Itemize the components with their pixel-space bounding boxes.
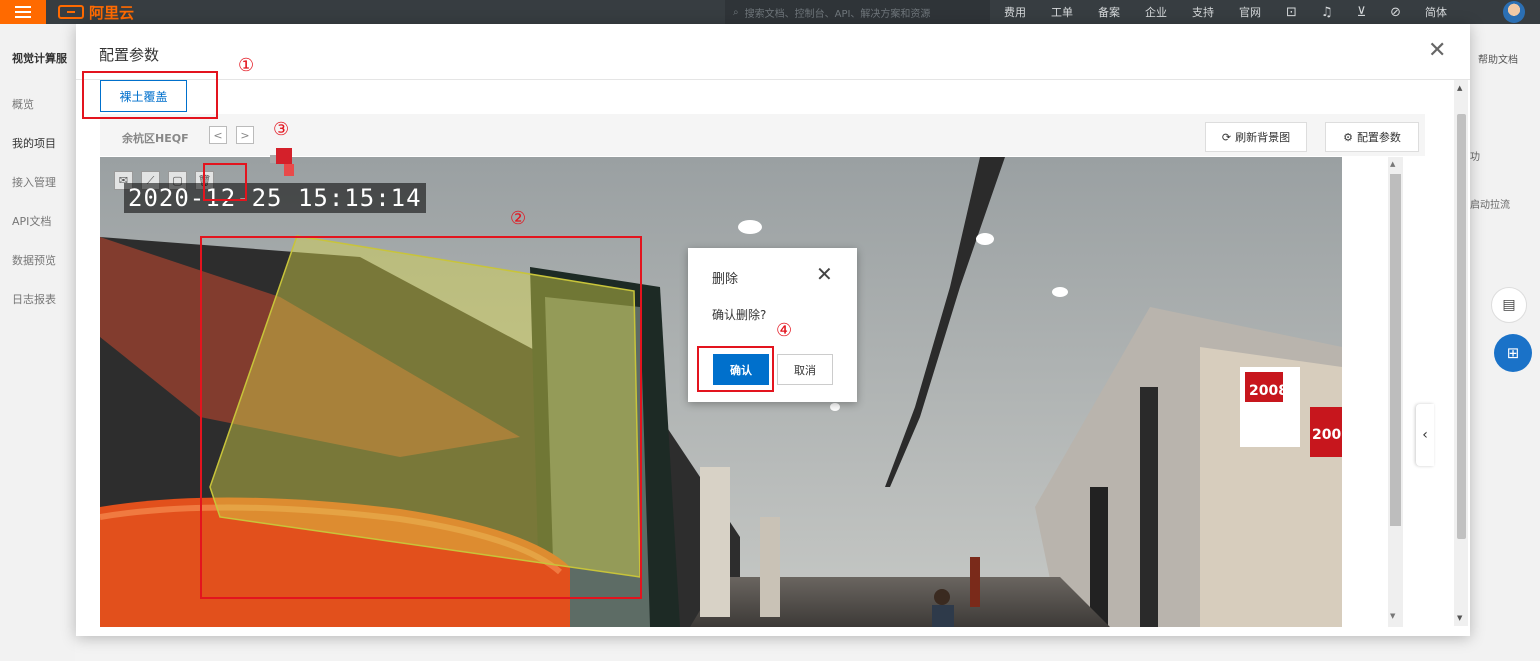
next-page-button[interactable]: > [236,126,254,144]
search-placeholder: 搜索文档、控制台、API、解决方案和资源 [744,8,931,20]
annotation-number-3: ③ [273,119,290,140]
nav-item-icp[interactable]: 备案 [1098,4,1120,20]
sidebar-item-overview[interactable]: 概览 [12,96,34,112]
help-icon[interactable]: ⊘ [1390,5,1401,20]
frame-scroll-up-icon[interactable]: ▲ [1390,160,1395,168]
sidebar-item-access[interactable]: 接入管理 [12,174,56,190]
logo-text: 阿里云 [89,3,135,22]
menu-icon[interactable] [0,0,46,24]
cart-icon[interactable]: ⊻ [1357,5,1367,20]
collapse-panel-icon[interactable]: ‹ [1416,404,1434,466]
dialog-title: 配置参数 [99,46,160,64]
dialog-scroll-up-icon[interactable]: ▲ [1457,84,1462,92]
video-timestamp: 2020-12-25 15:15:14 [124,183,426,213]
sidebar-title: 视觉计算服 [12,52,67,65]
frame-scroll-down-icon[interactable]: ▼ [1390,612,1395,620]
sidebar-item-projects[interactable]: 我的项目 [12,135,56,151]
wall-sign-200: 200 [1312,427,1341,443]
language-switch[interactable]: 简体 [1425,4,1447,20]
aliyun-logo-icon [58,5,84,19]
avatar[interactable] [1503,1,1525,23]
annotation-box-1 [82,71,218,119]
sidebar-item-logs[interactable]: 日志报表 [12,291,56,307]
divider [76,79,1470,80]
refresh-background-button[interactable]: ⟳ 刷新背景图 [1205,122,1307,152]
right-panel-text: 功 [1470,152,1480,163]
prev-page-button[interactable]: < [209,126,227,144]
config-label: 配置参数 [1356,131,1401,144]
top-bar: 阿里云 ⌕ 搜索文档、控制台、API、解决方案和资源 费用 工单 备案 企业 支… [0,0,1540,24]
refresh-icon: ⟳ [1221,130,1232,144]
nav-item-tickets[interactable]: 工单 [1051,4,1073,20]
camera-name: 余杭区HEQF [122,132,189,145]
refresh-label: 刷新背景图 [1235,131,1291,144]
nav-item-enterprise[interactable]: 企业 [1145,4,1167,20]
nav-item-support[interactable]: 支持 [1192,4,1214,20]
right-panel: 帮助文档 功 启动拉流 ▤ ⊞ [1470,24,1540,661]
apps-grid-icon[interactable]: ⊞ [1494,334,1532,372]
annotation-box-4 [697,346,774,392]
annotation-number-1: ① [238,55,255,76]
close-icon[interactable]: ✕ [1428,40,1446,62]
bell-icon[interactable]: ♫ [1321,5,1333,20]
confirm-title: 删除 [712,272,739,287]
annotation-box-3 [203,163,247,201]
config-params-button[interactable]: ⚙ 配置参数 [1325,122,1419,152]
dialog-scrollbar-thumb[interactable] [1457,114,1466,539]
logo[interactable]: 阿里云 [58,1,134,23]
search-input[interactable]: ⌕ 搜索文档、控制台、API、解决方案和资源 [725,0,990,24]
chat-icon[interactable]: ▤ [1491,287,1527,323]
gear-icon: ⚙ [1343,130,1353,144]
help-docs-link[interactable]: 帮助文档 [1478,51,1518,66]
terminal-icon[interactable]: ⊡ [1286,5,1297,20]
search-icon: ⌕ [733,6,739,18]
dialog-scroll-down-icon[interactable]: ▼ [1457,614,1462,622]
cancel-button[interactable]: 取消 [777,354,833,385]
sidebar: 视觉计算服 概览 我的项目 接入管理 API文档 数据预览 日志报表 [0,24,75,661]
frame-scrollbar-thumb[interactable] [1390,174,1401,526]
annotation-number-2: ② [510,208,527,229]
annotation-number-4: ④ [776,320,793,341]
nav-item-website[interactable]: 官网 [1239,4,1261,20]
top-nav: 费用 工单 备案 企业 支持 官网 ⊡ ♫ ⊻ ⊘ 简体 [1004,0,1472,24]
close-icon[interactable]: ✕ [816,264,833,284]
confirm-message: 确认删除? [712,308,767,322]
pixel-marker [270,148,294,178]
wall-sign-2008: 2008 [1249,383,1288,399]
nav-item-fees[interactable]: 费用 [1004,4,1026,20]
sidebar-item-api-docs[interactable]: API文档 [12,213,51,229]
annotation-box-2 [200,236,642,599]
sidebar-item-data-preview[interactable]: 数据预览 [12,252,56,268]
start-stream-link[interactable]: 启动拉流 [1470,196,1510,211]
